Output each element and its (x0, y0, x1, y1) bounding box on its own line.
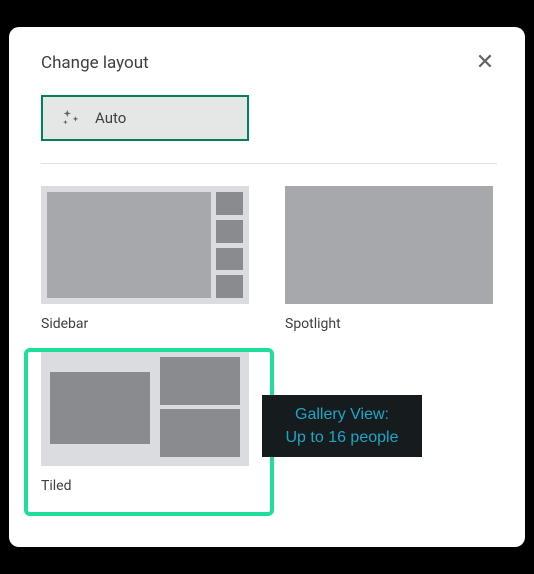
sparkle-icon (59, 107, 81, 129)
change-layout-dialog: Change layout ✕ Auto Sidebar (9, 27, 525, 547)
tiled-option-label: Tiled (41, 478, 249, 494)
sidebar-option-label: Sidebar (41, 316, 249, 332)
tooltip-line-1: Gallery View: (268, 403, 416, 426)
tiled-thumbnail (41, 348, 249, 466)
layout-option-auto[interactable]: Auto (41, 95, 249, 141)
spotlight-option-label: Spotlight (285, 316, 493, 332)
layout-option-sidebar[interactable]: Sidebar (41, 186, 249, 332)
divider (41, 163, 497, 164)
close-button[interactable]: ✕ (473, 51, 497, 75)
auto-row: Auto (41, 95, 497, 141)
auto-option-label: Auto (95, 109, 126, 127)
sidebar-thumbnail (41, 186, 249, 304)
spotlight-thumbnail (285, 186, 493, 304)
annotation-tooltip: Gallery View: Up to 16 people (262, 395, 422, 457)
dialog-header: Change layout ✕ (41, 51, 497, 75)
layout-option-tiled[interactable]: Tiled (41, 348, 249, 494)
close-icon: ✕ (476, 52, 494, 74)
layout-option-spotlight[interactable]: Spotlight (285, 186, 493, 332)
dialog-title: Change layout (41, 53, 149, 73)
tooltip-line-2: Up to 16 people (268, 426, 416, 449)
